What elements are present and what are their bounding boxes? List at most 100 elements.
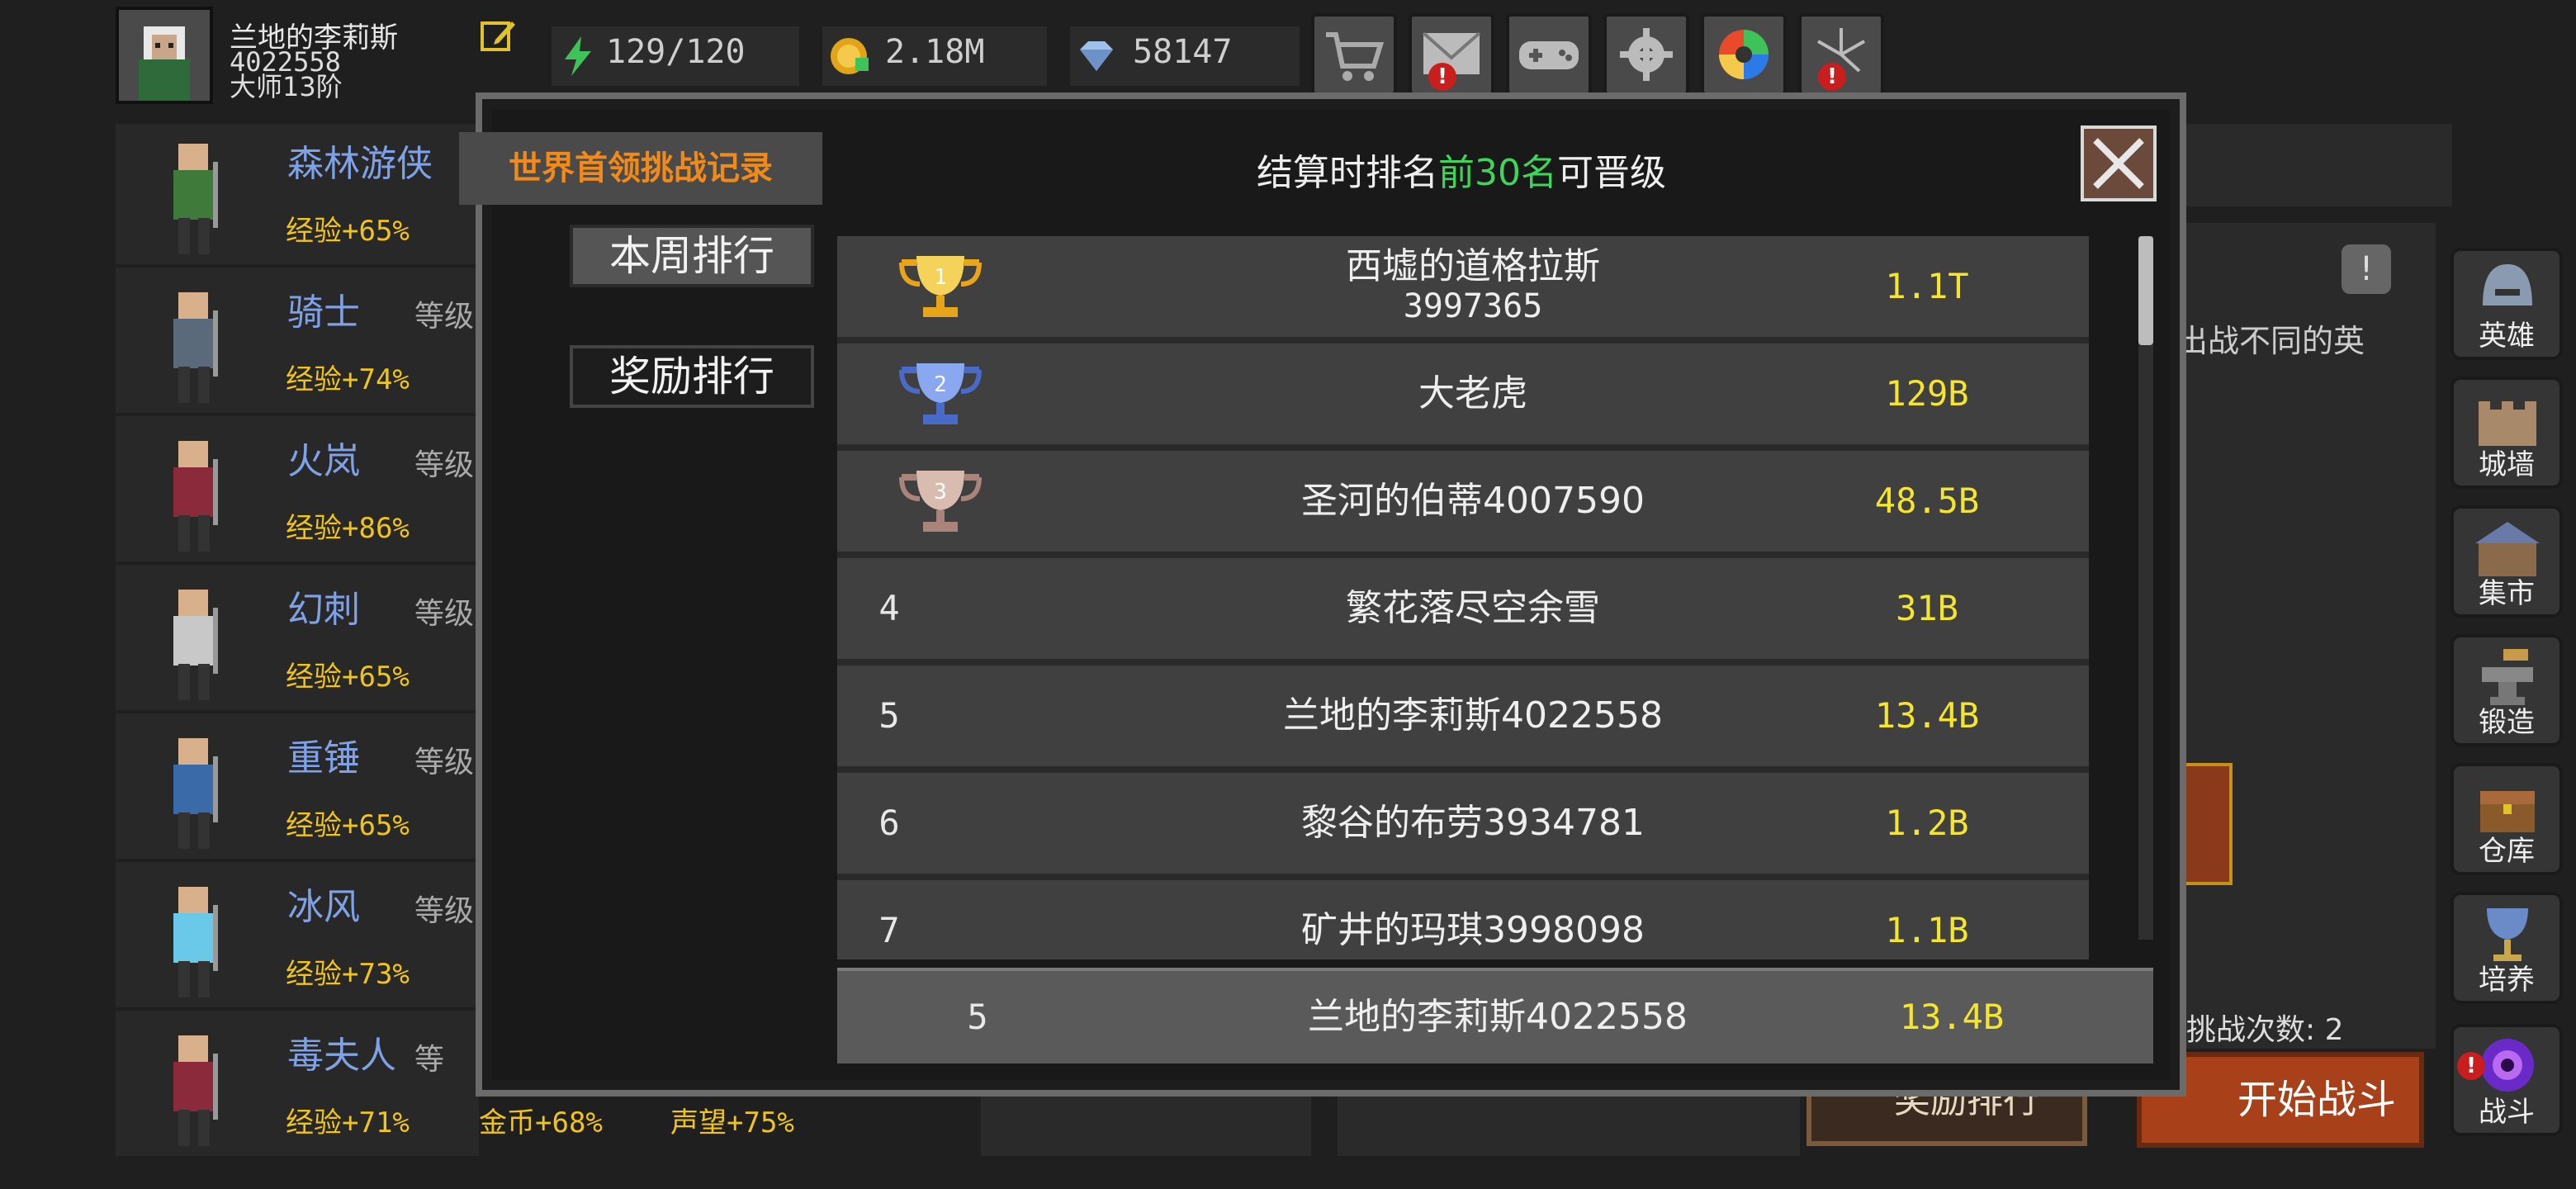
hero-row[interactable]: 冰风 等级 经验+73%	[116, 867, 479, 1011]
close-button[interactable]	[2081, 126, 2157, 201]
gamepad-button[interactable]	[1506, 13, 1592, 96]
tab-reward-rank[interactable]: 奖励排行	[570, 345, 814, 408]
hero-name: 森林游侠	[287, 143, 433, 185]
rank-score: 1.2B	[1885, 803, 1969, 843]
gold-value: 2.18M	[885, 33, 985, 71]
color-wheel-button[interactable]	[1701, 13, 1787, 96]
info-icon[interactable]: !	[2342, 244, 2391, 294]
rank-player-name: 大老虎	[1085, 343, 1861, 444]
tab-weekly-rank[interactable]: 本周排行	[570, 225, 814, 287]
scroll-thumb[interactable]	[2138, 236, 2153, 345]
gem-icon	[1080, 41, 1113, 71]
sidebar-item-6[interactable]: 培养	[2451, 892, 2563, 1004]
rank-number: 4	[878, 588, 900, 628]
hero-level-label: 等级	[414, 894, 475, 928]
trophy-rank-number: 2	[934, 372, 947, 397]
sidebar-label: 仓库	[2479, 835, 2535, 868]
rank-player-name-line1: 西墟的道格拉斯	[1346, 245, 1600, 287]
fireworks-button[interactable]: !	[1798, 13, 1884, 96]
hero-name: 毒夫人	[287, 1035, 396, 1077]
rank-score: 1.1B	[1885, 910, 1969, 950]
color-wheel-icon	[1719, 30, 1769, 79]
ranking-row[interactable]: 2 大老虎 129B	[837, 343, 2089, 451]
rank-player-name: 黎谷的布劳3934781	[1085, 773, 1861, 874]
hero-row[interactable]: 火岚 等级 经验+86%	[116, 421, 479, 565]
modal-header: 结算时排名前30名可晋级	[826, 132, 2097, 215]
energy-value: 129/120	[606, 33, 746, 71]
gold-coin-icon	[831, 38, 869, 74]
goblet-icon	[2487, 908, 2528, 961]
ranking-row[interactable]: 5 兰地的李莉斯4022558 13.4B	[837, 666, 2089, 773]
hero-name: 重锤	[287, 737, 360, 779]
hero-sprite-icon	[173, 292, 218, 403]
hero-sprite-icon	[173, 144, 218, 254]
hero-exp-bonus: 经验+65%	[286, 661, 410, 694]
sidebar-item-1[interactable]: 英雄	[2451, 248, 2563, 360]
gear-icon	[1620, 28, 1673, 81]
challenge-count: 挑战次数: 2	[2186, 1013, 2344, 1047]
sidebar-label: 培养	[2479, 964, 2535, 997]
sidebar-item-4[interactable]: 锻造	[2451, 634, 2563, 746]
hero-level-label: 等	[414, 1043, 445, 1077]
mail-button[interactable]: !	[1409, 13, 1494, 96]
sidebar-label: 战斗	[2479, 1096, 2535, 1129]
shop-button[interactable]	[1311, 13, 1397, 96]
ranking-row[interactable]: 4 繁花落尽空余雪 31B	[837, 558, 2089, 666]
ranking-row[interactable]: 3 圣河的伯蒂4007590 48.5B	[837, 451, 2089, 558]
rank-player-name: 西墟的道格拉斯 3997365	[1085, 236, 1861, 337]
edit-name-icon[interactable]	[479, 17, 519, 56]
hero-row[interactable]: 重锤 等级 经验+65%	[116, 718, 479, 862]
header-highlight: 前30名	[1438, 152, 1557, 194]
gold-resource: 2.18M	[822, 26, 1047, 86]
hero-row[interactable]: 森林游侠经验+65%	[116, 124, 479, 268]
hero-gold-bonus: 金币+68%	[479, 1106, 603, 1139]
rank-score: 1.1T	[1885, 266, 1969, 306]
header-prefix: 结算时排名	[1257, 152, 1438, 194]
rank-score: 48.5B	[1874, 481, 1980, 521]
ranking-row[interactable]: 1 西墟的道格拉斯 3997365 1.1T	[837, 236, 2089, 343]
trophy-rank-number: 1	[934, 265, 947, 290]
sidebar-label: 英雄	[2479, 320, 2535, 353]
hero-exp-bonus: 经验+86%	[286, 512, 410, 545]
hero-exp-bonus: 经验+65%	[286, 809, 410, 842]
player-avatar[interactable]	[116, 7, 213, 104]
sidebar-item-2[interactable]: 城墙	[2451, 377, 2563, 489]
hero-row[interactable]: 骑士 等级 经验+74%	[116, 272, 479, 416]
bg-header-panel	[2171, 124, 2452, 206]
hero-sprite-icon	[173, 441, 218, 552]
settings-button[interactable]	[1603, 13, 1689, 96]
ranking-scrollbar[interactable]	[2138, 236, 2153, 940]
rank-player-name-line1: 矿井的玛琪3998098	[1301, 909, 1645, 951]
wall-icon	[2479, 401, 2536, 446]
rank-player-name: 兰地的李莉斯4022558	[1085, 666, 1861, 766]
bg-reward-item	[2180, 763, 2233, 885]
hero-name: 骑士	[287, 291, 360, 334]
avatar-portrait-icon	[119, 10, 210, 101]
hero-exp-bonus: 经验+74%	[286, 363, 410, 396]
hero-row[interactable]: 幻刺 等级 经验+65%	[116, 570, 479, 713]
rank-player-name: 圣河的伯蒂4007590	[1085, 451, 1861, 552]
ranking-row[interactable]: 7 矿井的玛琪3998098 1.1B	[837, 880, 2089, 959]
sidebar-item-3[interactable]: 集市	[2451, 505, 2563, 618]
hero-level-label: 等级	[414, 597, 475, 631]
hero-exp-bonus: 经验+65%	[286, 215, 410, 248]
hero-sprite-icon	[173, 1035, 218, 1146]
hero-row[interactable]: 毒夫人等经验+71% 金币+68% 声望+75%	[116, 1016, 794, 1159]
anvil-icon	[2482, 649, 2533, 705]
sidebar-item-5[interactable]: 仓库	[2451, 763, 2563, 875]
hero-level-label: 等级	[414, 448, 475, 482]
trophy-rank-number: 3	[934, 480, 947, 504]
ranking-list: 1 西墟的道格拉斯 3997365 1.1T 2 大老虎 129B 3 圣河的伯蒂4007590…	[837, 236, 2089, 959]
gem-value: 58147	[1133, 33, 1233, 71]
gem-resource: 58147	[1070, 26, 1300, 86]
rank-player-name: 矿井的玛琪3998098	[1085, 880, 1861, 959]
sidebar-label: 锻造	[2479, 706, 2535, 739]
hero-level-label: 等级	[414, 300, 475, 334]
ranking-row[interactable]: 6 黎谷的布劳3934781 1.2B	[837, 773, 2089, 880]
my-rank-row: 5 兰地的李莉斯4022558 13.4B	[837, 968, 2153, 1063]
hero-sprite-icon	[173, 887, 218, 997]
energy-bolt-icon	[565, 36, 591, 76]
sidebar-item-7[interactable]: 战斗!	[2451, 1024, 2563, 1136]
blue-trophy-icon: 2	[899, 363, 982, 424]
cart-icon	[1326, 32, 1385, 81]
